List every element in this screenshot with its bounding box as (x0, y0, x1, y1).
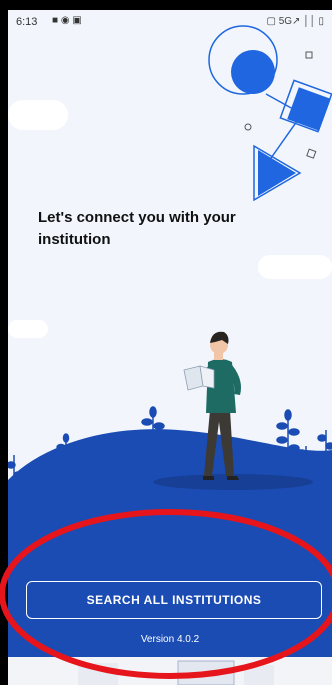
search-all-institutions-button[interactable]: SEARCH ALL INSTITUTIONS (26, 581, 322, 619)
small-square-shape (306, 148, 317, 159)
filled-square-shape (287, 87, 331, 131)
version-label: Version 4.0.2 (140, 634, 200, 645)
triangle-shape (258, 150, 296, 196)
filled-circle-shape (231, 50, 275, 94)
phone-frame: 6:13 ■ ◉ ▣ ▢ 5G↗ ││ ▯ Let's connect you … (0, 0, 332, 685)
hill-shape (8, 429, 332, 685)
small-circle-shape (244, 123, 252, 131)
small-square-shape (305, 51, 313, 59)
cloud-shape (258, 255, 332, 279)
cloud-shape (8, 100, 68, 130)
app-screen: 6:13 ■ ◉ ▣ ▢ 5G↗ ││ ▯ Let's connect you … (8, 10, 332, 685)
bottom-preview-strip (8, 657, 332, 685)
page-title: Let's connect you with your institution (38, 209, 236, 248)
thumbnail-preview (78, 660, 274, 685)
cloud-shape (8, 320, 48, 338)
